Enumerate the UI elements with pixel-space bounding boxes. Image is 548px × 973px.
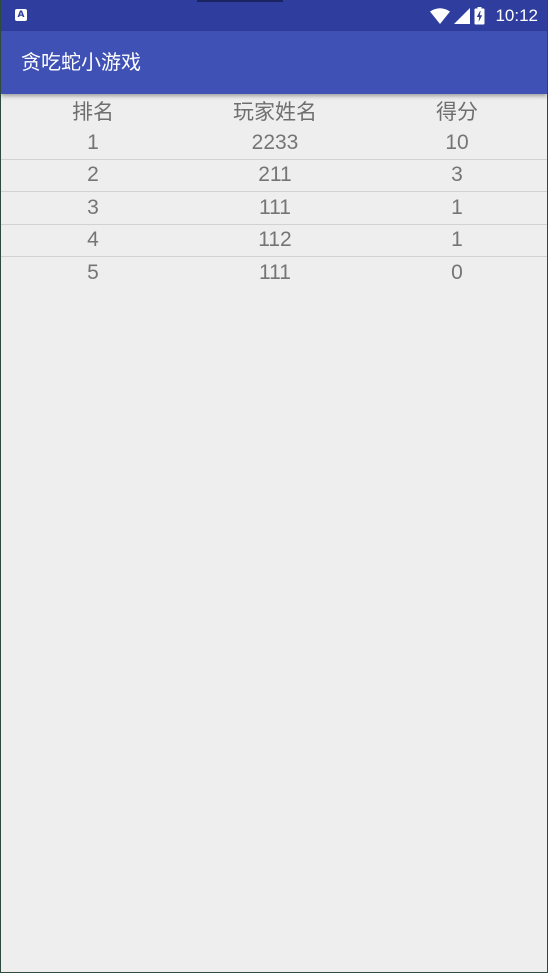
rank-cell: 2 xyxy=(87,163,99,187)
score-cell: 1 xyxy=(451,228,463,252)
player-name-cell: 111 xyxy=(259,195,291,219)
table-row: 1 2233 10 xyxy=(1,127,547,160)
phone-screen: A 10:12 贪吃蛇小游戏 排名 玩家姓名 得分 1 2233 10 2 21… xyxy=(1,0,547,972)
header-player-name: 玩家姓名 xyxy=(233,99,317,124)
table-row: 3 111 1 xyxy=(1,192,547,225)
table-row: 4 112 1 xyxy=(1,225,547,257)
status-icons: 10:12 xyxy=(430,0,538,31)
player-name-cell: 2233 xyxy=(251,130,299,154)
wifi-icon xyxy=(430,7,451,24)
score-cell: 10 xyxy=(445,130,469,154)
rank-cell: 4 xyxy=(87,228,99,252)
leaderboard-table: 排名 玩家姓名 得分 1 2233 10 2 211 3 3 111 1 4 1… xyxy=(1,94,547,290)
player-name-cell: 111 xyxy=(259,261,291,285)
camera-notch xyxy=(197,0,283,2)
table-row: 5 111 0 xyxy=(1,257,547,290)
a-icon: A xyxy=(15,9,27,21)
score-cell: 3 xyxy=(451,163,463,187)
rank-cell: 1 xyxy=(87,130,99,154)
score-cell: 0 xyxy=(451,261,463,285)
player-name-cell: 112 xyxy=(258,228,292,252)
status-bar: A 10:12 xyxy=(1,0,547,31)
score-cell: 1 xyxy=(451,195,463,219)
leaderboard-header-row: 排名 玩家姓名 得分 xyxy=(1,94,547,127)
status-time: 10:12 xyxy=(495,5,538,25)
cell-signal-icon xyxy=(454,7,471,24)
battery-charging-icon xyxy=(474,6,485,25)
rank-cell: 3 xyxy=(87,195,99,219)
table-row: 2 211 3 xyxy=(1,160,547,192)
app-bar: 贪吃蛇小游戏 xyxy=(1,31,547,94)
header-rank: 排名 xyxy=(72,99,114,124)
header-score: 得分 xyxy=(436,99,478,124)
app-title: 贪吃蛇小游戏 xyxy=(21,50,141,74)
player-name-cell: 211 xyxy=(258,163,292,187)
rank-cell: 5 xyxy=(87,261,99,285)
